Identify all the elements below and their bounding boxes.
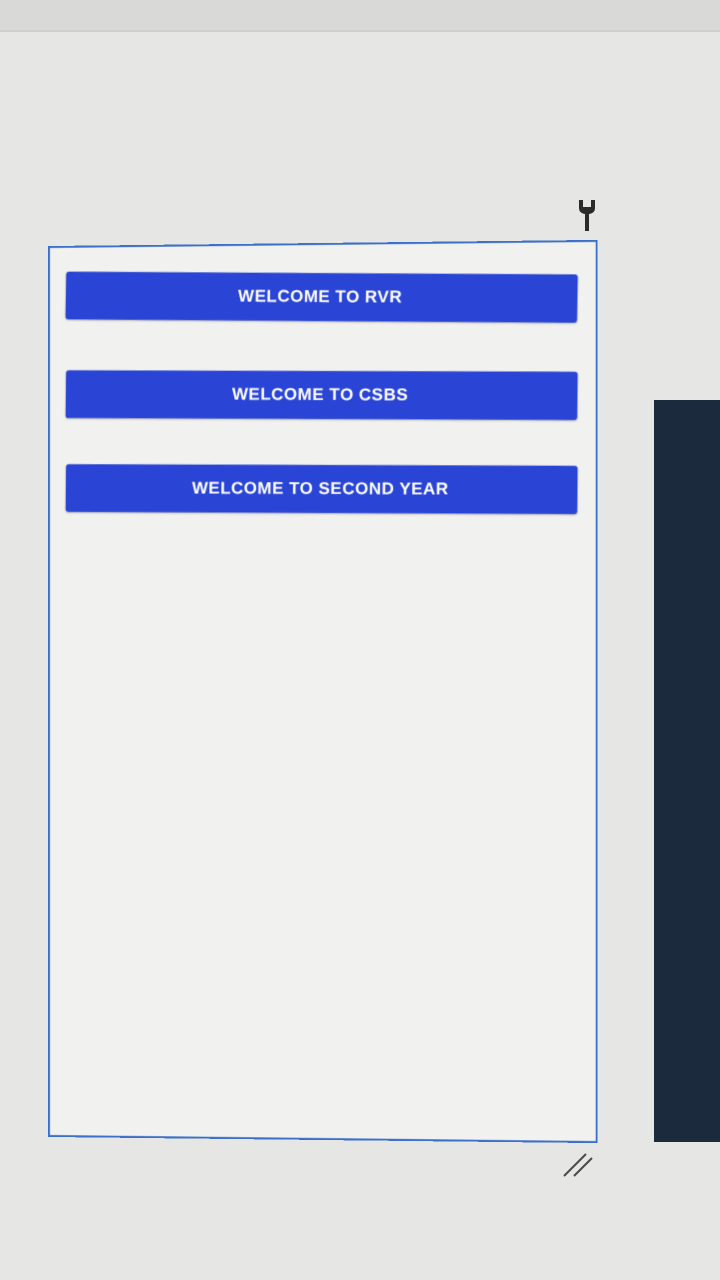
welcome-second-year-button[interactable]: WELCOME TO SECOND YEAR (65, 464, 578, 515)
welcome-csbs-button[interactable]: WELCOME TO CSBS (65, 370, 578, 420)
side-dark-panel (654, 400, 720, 1142)
toolbar-divider (0, 30, 720, 32)
device-preview-frame: WELCOME TO RVR WELCOME TO CSBS WELCOME T… (48, 239, 598, 1144)
top-toolbar-band (0, 0, 720, 30)
welcome-rvr-button[interactable]: WELCOME TO RVR (65, 271, 578, 323)
resize-handle-icon[interactable] (560, 1150, 596, 1180)
wrench-icon[interactable] (573, 198, 601, 234)
